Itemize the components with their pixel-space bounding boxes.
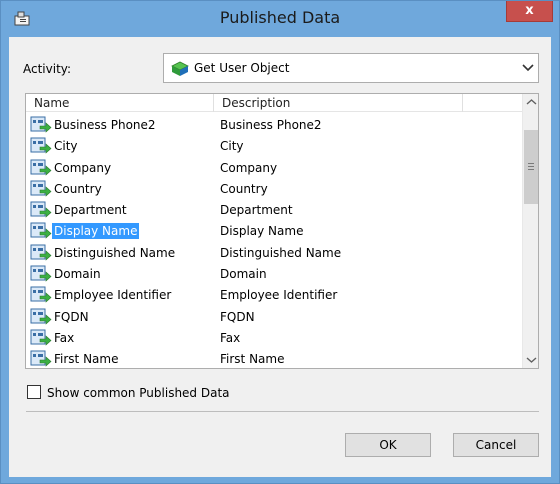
published-data-dialog: Published Data x Activity: Get User Obje… [0,0,560,484]
column-header-description[interactable]: Description [222,96,290,110]
row-description: Domain [220,267,267,282]
list-item[interactable]: First Name First Name [26,348,522,368]
row-description: City [220,139,244,154]
published-data-icon [30,265,52,282]
show-common-checkbox[interactable] [27,385,41,399]
dialog-body: Activity: Get User Object Name Descripti… [9,37,551,477]
published-data-icon [30,116,52,133]
row-description: Employee Identifier [220,288,338,303]
row-name: Department [54,203,127,218]
row-name: FQDN [54,309,89,324]
list-item[interactable]: Country Country [26,178,522,199]
activity-dropdown[interactable]: Get User Object [163,53,539,83]
row-name: Display Name [52,223,140,240]
close-button[interactable]: x [506,1,553,22]
vertical-scrollbar[interactable] [522,94,539,368]
scrollbar-thumb[interactable] [524,130,538,204]
published-data-icon [30,350,52,367]
chevron-down-icon[interactable] [522,63,534,73]
column-separator[interactable] [462,94,463,112]
list-rows: Business Phone2 Business Phone2 City Cit… [26,114,522,368]
row-name: Employee Identifier [54,288,172,303]
list-item[interactable]: Fax Fax [26,327,522,348]
published-data-icon [30,180,52,197]
row-name: City [54,139,78,154]
published-data-icon [30,308,52,325]
row-name: Fax [54,330,75,345]
list-header: Name Description [26,94,522,112]
published-data-icon [30,286,52,304]
row-description: Business Phone2 [220,118,322,132]
row-description: Country [220,181,268,196]
list-item[interactable]: Department Department [26,199,522,220]
row-name: Business Phone2 [54,118,156,132]
column-header-name[interactable]: Name [34,96,69,110]
ok-button[interactable]: OK [345,433,431,457]
title-bar[interactable]: Published Data x [1,1,559,37]
row-description: First Name [220,352,285,367]
list-item[interactable]: Distinguished Name Distinguished Name [26,242,522,263]
show-common-label: Show common Published Data [47,386,230,400]
thumb-grip [528,163,534,164]
row-description: Display Name [220,224,304,239]
row-description: Distinguished Name [220,245,342,260]
row-name: Domain [54,267,101,282]
row-name: Distinguished Name [54,245,176,260]
window-title: Published Data [219,8,341,27]
activity-object-icon [171,61,189,76]
row-description: Department [220,203,293,218]
published-data-icon [30,222,52,240]
row-description: FQDN [220,309,255,324]
activity-selected-value: Get User Object [194,61,290,75]
scroll-down-icon[interactable] [523,351,539,368]
row-name: First Name [54,352,119,367]
thumb-grip [528,169,534,170]
published-data-icon [30,201,52,218]
row-description: Company [220,160,278,175]
published-data-icon [30,329,52,346]
column-separator[interactable] [213,94,214,112]
cancel-button[interactable]: Cancel [453,433,539,457]
scroll-up-icon[interactable] [523,94,539,111]
row-name: Company [54,160,112,175]
published-data-icon [30,159,52,176]
list-item[interactable]: Company Company [26,157,522,178]
list-item-selected[interactable]: Display Name Display Name [26,220,522,241]
published-data-list[interactable]: Name Description Business Phone2 Busines… [25,93,539,369]
activity-label: Activity: [23,62,72,76]
row-name: Country [54,181,102,196]
list-item[interactable]: FQDN FQDN [26,306,522,327]
divider [26,411,539,412]
list-item[interactable]: Employee Identifier Employee Identifier [26,284,522,305]
list-item[interactable]: Business Phone2 Business Phone2 [26,114,522,135]
thumb-grip [528,166,534,167]
published-data-icon [30,137,52,154]
published-data-icon [30,244,52,261]
list-item[interactable]: Domain Domain [26,263,522,284]
row-description: Fax [220,330,241,345]
list-item[interactable]: City City [26,135,522,156]
